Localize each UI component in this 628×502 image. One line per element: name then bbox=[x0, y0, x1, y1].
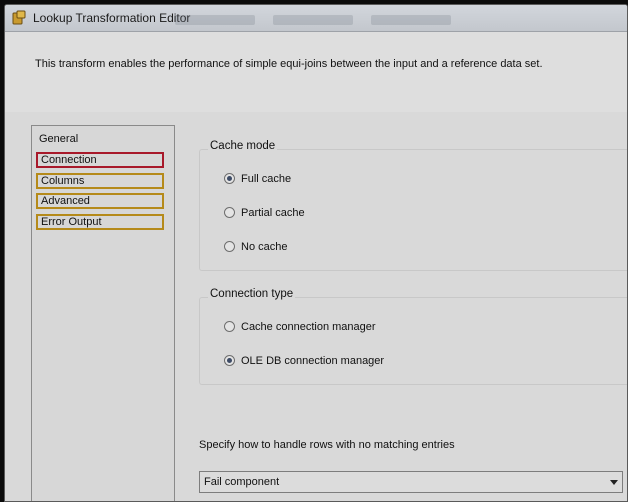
radio-button[interactable] bbox=[224, 241, 235, 252]
no-match-dropdown[interactable]: Fail component bbox=[199, 471, 623, 493]
radio-button[interactable] bbox=[224, 321, 235, 332]
title-bar[interactable]: Lookup Transformation Editor bbox=[5, 5, 627, 32]
radio-button[interactable] bbox=[224, 355, 235, 366]
editor-description: This transform enables the performance o… bbox=[35, 58, 543, 70]
page-navigation: General Connection Columns Advanced Erro… bbox=[31, 125, 175, 501]
radio-label: No cache bbox=[241, 241, 288, 253]
nav-item-columns[interactable]: Columns bbox=[36, 173, 164, 189]
cache-mode-label: Cache mode bbox=[208, 140, 278, 152]
header-band: This transform enables the performance o… bbox=[5, 32, 627, 112]
window-title: Lookup Transformation Editor bbox=[33, 11, 191, 25]
background-tabs bbox=[175, 9, 469, 27]
no-match-label: Specify how to handle rows with no match… bbox=[199, 439, 455, 451]
radio-button[interactable] bbox=[224, 173, 235, 184]
radio-label: Cache connection manager bbox=[241, 321, 376, 333]
no-match-selected-value: Fail component bbox=[204, 476, 280, 488]
lookup-editor-window: Lookup Transformation Editor This transf… bbox=[4, 4, 628, 502]
connection-type-group: Connection type Cache connection manager… bbox=[199, 288, 627, 385]
nav-item-general[interactable]: General bbox=[36, 132, 164, 148]
radio-label: Full cache bbox=[241, 173, 292, 185]
chevron-down-icon[interactable] bbox=[610, 480, 618, 485]
lookup-transform-icon bbox=[12, 10, 26, 25]
connection-type-label: Connection type bbox=[208, 288, 296, 300]
radio-label: Partial cache bbox=[241, 207, 305, 219]
nav-item-error-output[interactable]: Error Output bbox=[36, 214, 164, 230]
nav-item-advanced[interactable]: Advanced bbox=[36, 193, 164, 209]
radio-button[interactable] bbox=[224, 207, 235, 218]
nav-item-connection[interactable]: Connection bbox=[36, 152, 164, 168]
radio-label: OLE DB connection manager bbox=[241, 355, 385, 367]
cache-mode-group: Cache mode Full cache Partial cache No c… bbox=[199, 140, 627, 271]
